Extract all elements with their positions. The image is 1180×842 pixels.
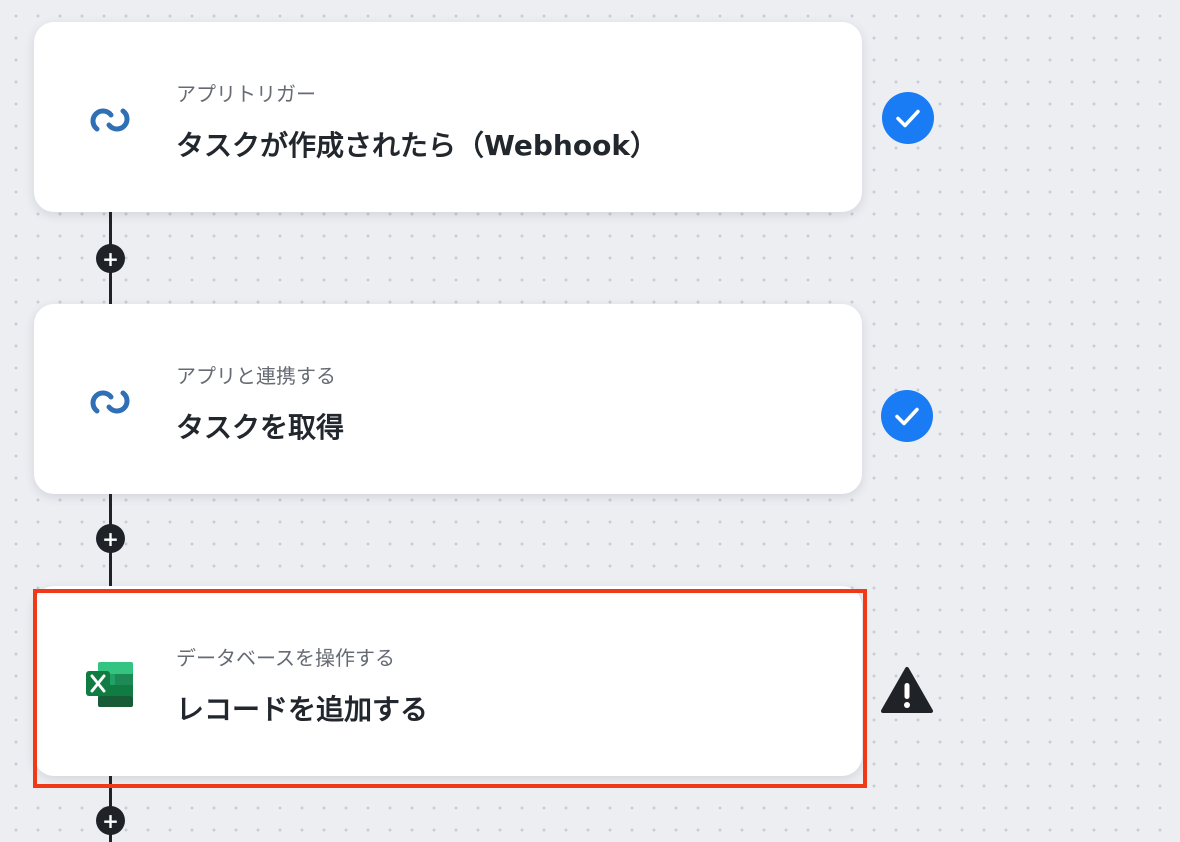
step-subtitle: データベースを操作する xyxy=(176,646,395,670)
step-card-add-record[interactable]: データベースを操作する レコードを追加する xyxy=(34,586,862,776)
step-title: タスクが作成されたら（Webhook） xyxy=(176,129,658,162)
plus-icon: + xyxy=(102,526,119,551)
add-step-button[interactable]: + xyxy=(96,524,125,553)
chain-link-icon xyxy=(90,108,130,132)
step-title: レコードを追加する xyxy=(176,693,429,726)
checkmark-icon xyxy=(881,390,933,442)
step-subtitle: アプリと連携する xyxy=(176,364,336,388)
plus-icon: + xyxy=(102,246,119,271)
step-card-trigger[interactable]: アプリトリガー タスクが作成されたら（Webhook） xyxy=(34,22,862,212)
plus-icon: + xyxy=(102,808,119,833)
checkmark-icon xyxy=(882,92,934,144)
warning-icon xyxy=(881,667,933,713)
excel-icon xyxy=(86,662,133,707)
add-step-button[interactable]: + xyxy=(96,244,125,273)
chain-link-icon xyxy=(90,390,130,414)
step-card-get-task[interactable]: アプリと連携する タスクを取得 xyxy=(34,304,862,494)
add-step-button[interactable]: + xyxy=(96,806,125,835)
step-title: タスクを取得 xyxy=(176,411,345,444)
step-subtitle: アプリトリガー xyxy=(176,82,316,106)
